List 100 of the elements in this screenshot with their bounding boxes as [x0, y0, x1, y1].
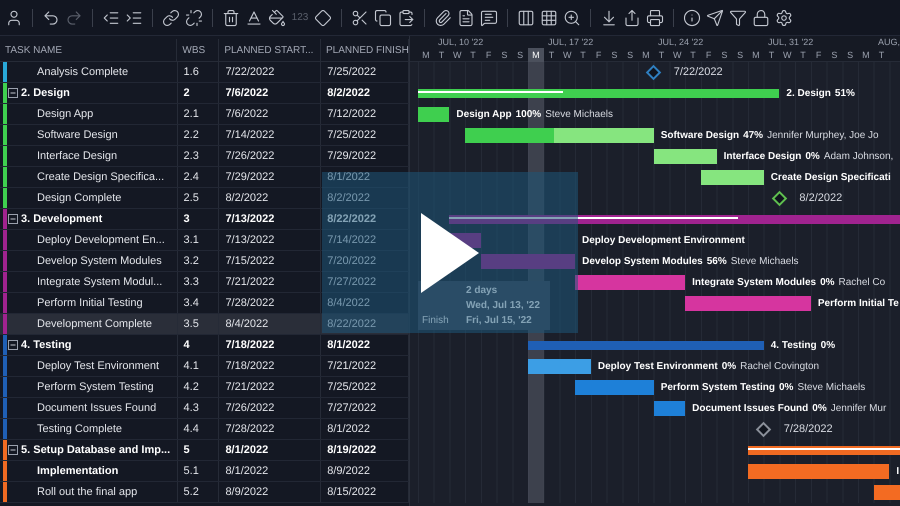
info-icon[interactable] — [683, 8, 701, 26]
day-letter: M — [861, 49, 871, 62]
comment-icon[interactable] — [480, 8, 498, 26]
diamond-icon[interactable] — [314, 8, 332, 26]
unlink-icon[interactable] — [185, 8, 203, 26]
table-cell-text: 4.3 — [184, 400, 199, 416]
table-cell-text: Development Complete — [36, 316, 152, 332]
grid-icon[interactable] — [540, 8, 558, 26]
table-cell-text: 8/4/2022 — [327, 296, 370, 311]
table-cell-text: 4. Testing — [21, 338, 72, 353]
assignee-name: Steve Michaels — [545, 108, 613, 122]
undo-icon[interactable] — [42, 8, 60, 26]
table-cell-text: 8/1/2022 — [225, 464, 268, 479]
assignee-name: Rachel Co — [838, 276, 886, 290]
task-label: 4. Testing — [770, 339, 817, 353]
table-cell-text: 7/21/2022 — [225, 380, 274, 395]
table-cell-text: 7/26/2022 — [225, 400, 274, 416]
week-label: JUL, 17 '22 — [547, 36, 594, 48]
task-label: Integrate System Modules — [692, 276, 816, 290]
summary-bar[interactable] — [449, 215, 900, 224]
day-letter: F — [814, 49, 822, 62]
column-header[interactable]: PLANNED FINISH — [326, 42, 409, 58]
printer-icon[interactable] — [646, 8, 664, 26]
table-cell-text: 7/6/2022 — [225, 86, 268, 101]
table-row[interactable]: Deploy Test Environment 4.1 7/18/2022 7/21/2022 — [0, 356, 409, 377]
table-row[interactable]: Integrate System Modul... 3.3 7/21/2022 7/27/2022 — [0, 272, 409, 293]
table-cell-text: Develop System Modules — [36, 254, 162, 269]
table-cell-text: 5. Setup Database and Imp... — [21, 442, 170, 458]
collapse-icon[interactable] — [8, 88, 18, 98]
task-label: Deploy Development Environment — [582, 234, 745, 248]
column-header[interactable]: WBS — [182, 42, 206, 58]
table-cell-text: Integrate System Modul... — [36, 274, 162, 290]
table-row[interactable]: Document Issues Found 4.3 7/26/2022 7/27/2022 — [0, 398, 409, 419]
task-bar[interactable] — [654, 401, 686, 416]
table-cell-text: Testing Complete — [36, 422, 122, 437]
paste-icon[interactable] — [397, 8, 415, 26]
download-icon[interactable] — [600, 8, 618, 26]
send-icon[interactable] — [706, 8, 724, 26]
day-letter: T — [658, 49, 666, 62]
link-icon[interactable] — [162, 8, 180, 26]
table-cell-text: 7/26/2022 — [225, 148, 274, 164]
collapse-icon[interactable] — [8, 340, 18, 350]
user-icon[interactable] — [5, 8, 23, 26]
lock-icon[interactable] — [752, 8, 770, 26]
table-row[interactable]: 3. Development 3 7/13/2022 8/22/2022 — [0, 209, 409, 230]
table-row[interactable]: 4. Testing 4 7/18/2022 8/1/2022 — [0, 335, 409, 356]
table-cell-text: 7/21/2022 — [225, 274, 274, 290]
table-row[interactable]: Develop System Modules 3.2 7/15/2022 7/20/2022 — [0, 251, 409, 272]
day-letter: F — [484, 49, 492, 62]
table-cell-text: 5.2 — [184, 484, 199, 500]
column-header[interactable]: PLANNED START... — [224, 42, 314, 58]
table-row[interactable]: Interface Design 2.3 7/26/2022 7/29/2022 — [0, 146, 409, 167]
day-letter: T — [689, 49, 697, 62]
percent-complete: 0% — [722, 360, 736, 374]
table-row[interactable]: Roll out the final app 5.2 8/9/2022 8/15/2022 — [0, 482, 409, 503]
tooltip-label: Finish — [422, 314, 449, 328]
upload-icon[interactable] — [623, 8, 641, 26]
settings-icon[interactable] — [775, 8, 793, 26]
document-icon[interactable] — [457, 8, 475, 26]
paint-bucket-icon[interactable] — [268, 8, 286, 26]
table-row[interactable]: Analysis Complete 1.6 7/22/2022 7/25/2022 — [0, 62, 409, 83]
table-cell-text: 7/25/2022 — [327, 380, 376, 395]
zoom-in-icon[interactable] — [563, 8, 581, 26]
collapse-icon[interactable] — [8, 445, 18, 455]
paperclip-icon[interactable] — [434, 8, 452, 26]
table-row[interactable]: Software Design 2.2 7/14/2022 7/25/2022 — [0, 125, 409, 146]
task-label: Software Design — [660, 129, 740, 143]
task-label: Document Issues Found — [692, 402, 808, 416]
table-cell-text: 7/28/2022 — [225, 296, 274, 311]
table-cell-text: 7/13/2022 — [225, 232, 274, 248]
table-row[interactable]: 5. Setup Database and Imp... 5 8/1/2022 8/19/2022 — [0, 440, 409, 461]
copy-icon[interactable] — [374, 8, 392, 26]
table-row[interactable]: Design Complete 2.5 8/2/2022 8/2/2022 — [0, 188, 409, 209]
tooltip-value: Fri, Jul 15, '22 — [466, 314, 532, 328]
table-row[interactable]: Development Complete 3.5 8/4/2022 8/22/2022 — [0, 314, 409, 335]
table-row[interactable]: Implementation 5.1 8/1/2022 8/9/2022 — [0, 461, 409, 482]
collapse-icon[interactable] — [8, 214, 18, 224]
table-row[interactable]: Perform System Testing 4.2 7/21/2022 7/25/2022 — [0, 377, 409, 398]
table-row[interactable]: Deploy Development En... 3.1 7/13/2022 7/14/2022 — [0, 230, 409, 251]
table-cell-text: 8/2/2022 — [225, 190, 268, 206]
video-play-overlay[interactable] — [322, 172, 578, 333]
table-cell-text: 2.1 — [184, 106, 199, 122]
filter-icon[interactable] — [729, 8, 747, 26]
columns-icon[interactable] — [517, 8, 535, 26]
scissors-icon[interactable] — [351, 8, 369, 26]
table-row[interactable]: Testing Complete 4.4 7/28/2022 8/1/2022 — [0, 419, 409, 440]
table-cell-text: 8/15/2022 — [327, 484, 376, 500]
day-letter: W — [782, 49, 792, 62]
table-cell-text: 8/1/2022 — [327, 170, 370, 185]
table-row[interactable]: 2. Design 2 7/6/2022 8/2/2022 — [0, 83, 409, 104]
table-cell-text: 8/1/2022 — [327, 422, 370, 437]
table-row[interactable]: Create Design Specifica... 2.4 7/29/2022 8/1/2022 — [0, 167, 409, 188]
text-color-icon[interactable] — [245, 8, 263, 26]
trash-icon[interactable] — [222, 8, 240, 26]
percent-complete: 100% — [516, 108, 542, 122]
task-label: I — [896, 465, 900, 479]
day-letter: M — [641, 49, 651, 62]
percent-complete: 51% — [834, 87, 855, 101]
column-header[interactable]: TASK NAME — [5, 42, 62, 58]
table-row[interactable]: Design App 2.1 7/6/2022 7/12/2022 — [0, 104, 409, 125]
